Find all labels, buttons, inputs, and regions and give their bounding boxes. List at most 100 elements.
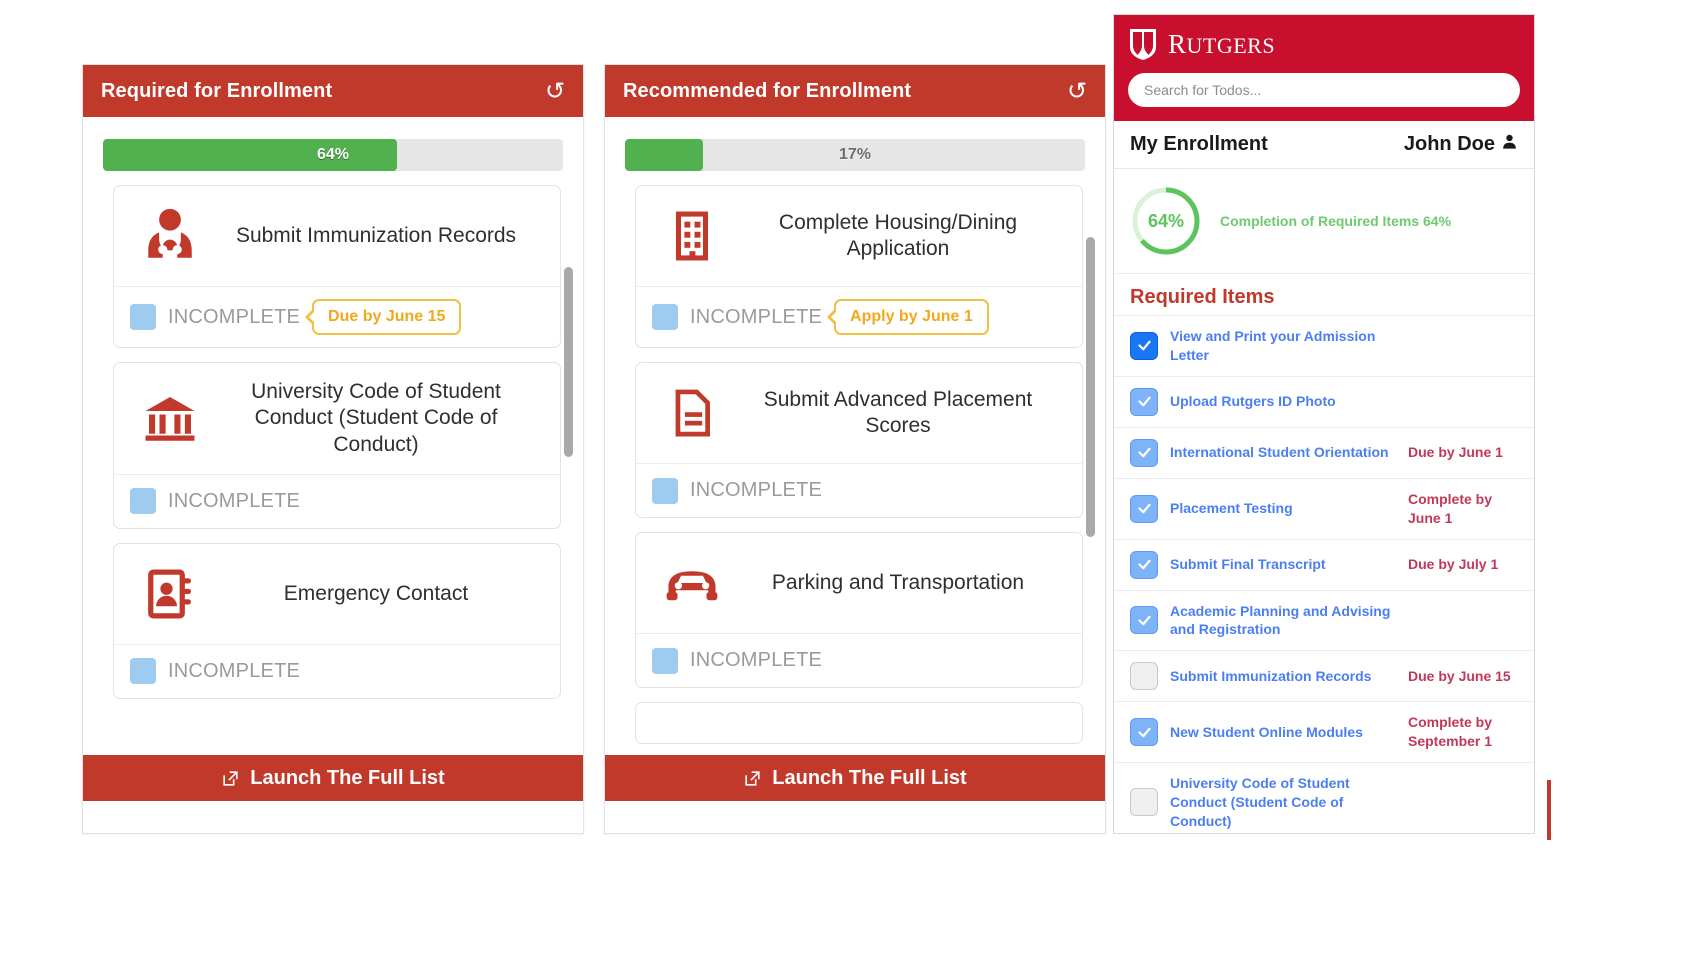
status-checkbox[interactable] xyxy=(130,488,156,515)
address-book-icon xyxy=(124,566,216,622)
list-item[interactable]: International Student Orientation Due by… xyxy=(1114,428,1534,479)
todo-status-row: INCOMPLETE xyxy=(114,643,560,698)
todo-header: Complete Housing/Dining Application xyxy=(636,186,1082,286)
todo-card[interactable]: Parking and Transportation INCOMPLETE xyxy=(635,532,1083,688)
progress-bar: 17% xyxy=(625,139,1085,171)
item-name: University Code of Student Conduct (Stud… xyxy=(1170,775,1350,829)
todo-card[interactable]: Submit Advanced Placement Scores INCOMPL… xyxy=(635,362,1083,518)
brand-wordmark: RUTGERS xyxy=(1168,28,1276,59)
checkbox-unchecked-icon[interactable] xyxy=(1130,788,1158,817)
progress-caption: Completion of Required Items 64% xyxy=(1220,213,1452,229)
todo-card[interactable]: Complete Housing/Dining Application INCO… xyxy=(635,185,1083,348)
scrollbar-thumb[interactable] xyxy=(1086,237,1095,537)
list-item[interactable]: Submit Final Transcript Due by July 1 xyxy=(1114,540,1534,591)
progress-ring-value: 64% xyxy=(1147,210,1185,231)
launch-full-list-label: Launch The Full List xyxy=(250,766,445,789)
list-item[interactable]: Submit Immunization Records Due by June … xyxy=(1114,651,1534,703)
list-item[interactable]: University Code of Student Conduct (Stud… xyxy=(1114,763,1534,833)
todo-header xyxy=(636,703,1082,743)
list-item[interactable]: View and Print your Admission Letter xyxy=(1114,316,1534,377)
item-name: International Student Orientation xyxy=(1170,444,1389,461)
launch-full-list-button[interactable]: Launch The Full List xyxy=(605,755,1105,801)
todo-title: Parking and Transportation xyxy=(771,570,1025,594)
external-link-icon xyxy=(743,769,762,788)
desktop-dashboard: Required for Enrollment ↻ 64% Submit Imm… xyxy=(0,0,1130,954)
page-title: My Enrollment xyxy=(1130,133,1268,155)
list-item[interactable]: Placement Testing Complete by June 1 xyxy=(1114,479,1534,540)
progress-bar: 64% xyxy=(103,139,563,171)
item-due: Due by July 1 xyxy=(1408,556,1499,573)
launch-full-list-button[interactable]: Launch The Full List xyxy=(83,755,583,801)
checkbox-unchecked-icon[interactable] xyxy=(1130,662,1158,691)
todo-header: University Code of Student Conduct (Stud… xyxy=(114,363,560,474)
due-badge: Due by June 15 xyxy=(305,299,462,335)
mobile-header: RUTGERS xyxy=(1114,15,1534,121)
user-menu[interactable]: John Doe xyxy=(1404,133,1518,156)
status-label: INCOMPLETE xyxy=(690,479,823,501)
progress-label: 64% xyxy=(316,146,350,163)
list-item[interactable]: New Student Online Modules Complete by S… xyxy=(1114,702,1534,764)
recommended-for-enrollment-card: Recommended for Enrollment ↻ 17% Complet… xyxy=(604,64,1106,834)
mobile-subheader: My Enrollment John Doe xyxy=(1114,121,1534,169)
completion-progress: 64% Completion of Required Items 64% xyxy=(1114,169,1534,274)
todo-card-partial[interactable] xyxy=(635,702,1083,744)
status-label: INCOMPLETE xyxy=(168,489,301,512)
todo-status-row: INCOMPLETE xyxy=(636,463,1082,517)
todo-scroll-area[interactable]: Complete Housing/Dining Application INCO… xyxy=(605,185,1105,755)
item-due: Complete by September 1 xyxy=(1408,714,1493,750)
status-checkbox[interactable] xyxy=(130,304,156,330)
status-checkbox[interactable] xyxy=(652,304,678,330)
status-checkbox[interactable] xyxy=(652,477,678,504)
todo-card[interactable]: Submit Immunization Records INCOMPLETE D… xyxy=(113,185,561,348)
todo-header: Submit Advanced Placement Scores xyxy=(636,363,1082,463)
bank-icon xyxy=(124,390,216,446)
card-title: Required for Enrollment xyxy=(101,79,333,102)
scrollbar-thumb[interactable] xyxy=(564,267,573,457)
card-header: Required for Enrollment ↻ xyxy=(83,65,583,117)
checkbox-checked-icon[interactable] xyxy=(1130,494,1158,523)
status-label: INCOMPLETE xyxy=(168,305,301,328)
status-label: INCOMPLETE xyxy=(690,649,823,671)
panel-right-edge-marker xyxy=(1547,780,1551,840)
checkbox-checked-icon[interactable] xyxy=(1130,718,1158,747)
todo-title: Complete Housing/Dining Application xyxy=(778,210,1018,260)
checkbox-checked-icon[interactable] xyxy=(1130,438,1158,467)
required-items-list: View and Print your Admission Letter Upl… xyxy=(1114,315,1534,833)
checkbox-checked-icon[interactable] xyxy=(1130,550,1158,579)
status-label: INCOMPLETE xyxy=(168,659,301,682)
required-for-enrollment-card: Required for Enrollment ↻ 64% Submit Imm… xyxy=(82,64,584,834)
user-name: John Doe xyxy=(1403,133,1495,155)
item-name: Submit Immunization Records xyxy=(1170,667,1372,684)
todo-title: Submit Advanced Placement Scores xyxy=(763,387,1033,437)
document-icon xyxy=(646,384,738,442)
checkbox-checked-icon[interactable] xyxy=(1130,387,1158,416)
todo-status-row: INCOMPLETE xyxy=(114,473,560,528)
mobile-panel: RUTGERS My Enrollment John Doe 64% Compl… xyxy=(1113,14,1535,834)
item-due: Due by June 1 xyxy=(1408,444,1503,461)
search-input[interactable] xyxy=(1128,73,1520,107)
list-item[interactable]: Academic Planning and Advising and Regis… xyxy=(1114,591,1534,652)
todo-header: Submit Immunization Records xyxy=(114,186,560,286)
todo-scroll-area[interactable]: Submit Immunization Records INCOMPLETE D… xyxy=(83,185,583,755)
status-checkbox[interactable] xyxy=(652,647,678,674)
todo-card[interactable]: University Code of Student Conduct (Stud… xyxy=(113,362,561,529)
checkbox-checked-icon[interactable] xyxy=(1130,606,1158,635)
item-due: Due by June 15 xyxy=(1408,667,1511,684)
card-body: 64% Submit Immunization Records INCOMPLE… xyxy=(83,117,583,755)
user-icon xyxy=(1501,133,1518,156)
doctor-icon xyxy=(124,207,216,265)
card-bottom-spacer xyxy=(605,801,1105,833)
item-name: View and Print your Admission Letter xyxy=(1170,328,1376,363)
todo-status-row: INCOMPLETE Due by June 15 xyxy=(114,286,560,347)
todo-title: Emergency Contact xyxy=(283,581,469,605)
item-name: New Student Online Modules xyxy=(1170,723,1363,740)
list-item[interactable]: Upload Rutgers ID Photo xyxy=(1114,377,1534,428)
todo-card[interactable]: Emergency Contact INCOMPLETE xyxy=(113,542,561,699)
refresh-icon[interactable]: ↻ xyxy=(545,77,565,105)
external-link-icon xyxy=(221,769,240,788)
status-checkbox[interactable] xyxy=(130,658,156,685)
todo-title: Submit Immunization Records xyxy=(235,223,517,247)
checkbox-checked-icon[interactable] xyxy=(1130,331,1158,360)
refresh-icon[interactable]: ↻ xyxy=(1067,77,1087,105)
card-title: Recommended for Enrollment xyxy=(623,79,912,102)
